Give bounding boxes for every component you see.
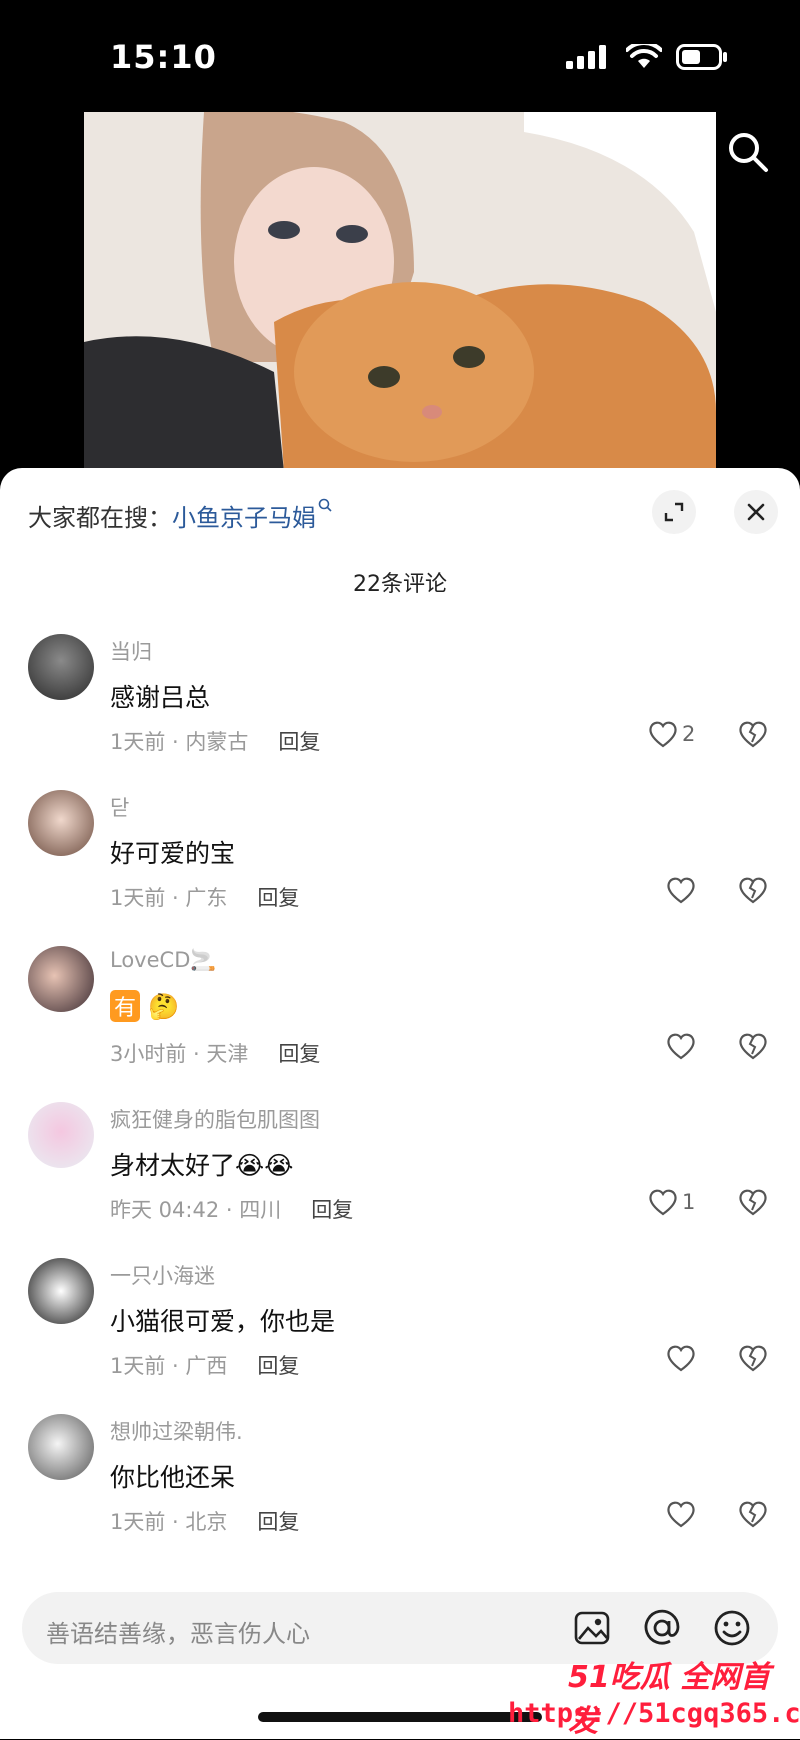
- photo-illustration: [84, 112, 716, 472]
- comment-input[interactable]: 善语结善缘，恶言伤人心: [46, 1614, 310, 1649]
- comment-time-location: 3小时前 · 天津: [110, 1042, 249, 1066]
- image-icon: [574, 1611, 610, 1645]
- broken-heart-icon: [739, 1033, 767, 1060]
- reply-button[interactable]: 回复: [311, 1198, 353, 1222]
- comment-text: 好可爱的宝: [110, 839, 236, 868]
- heart-icon: [667, 1501, 695, 1528]
- at-icon: [644, 1609, 680, 1645]
- thinking-emoji: 🤔: [147, 992, 180, 1021]
- broken-heart-icon: [739, 721, 767, 748]
- status-bar: 15:10: [0, 0, 800, 110]
- dislike-button[interactable]: [738, 1188, 768, 1220]
- expand-button[interactable]: [652, 490, 696, 534]
- image-button[interactable]: [568, 1604, 616, 1652]
- heart-icon: [667, 1345, 695, 1372]
- comment-time-location: 1天前 · 广东: [110, 886, 228, 910]
- wifi-icon: [626, 44, 662, 68]
- like-button[interactable]: [666, 1500, 696, 1528]
- like-count: 2: [682, 722, 696, 746]
- close-button[interactable]: [734, 490, 778, 534]
- reply-button[interactable]: 回复: [257, 1354, 299, 1378]
- broken-heart-icon: [739, 1189, 767, 1216]
- dislike-button[interactable]: [738, 1500, 768, 1532]
- emoji-icon: [714, 1610, 750, 1646]
- comment-meta: 1天前 · 北京 回复: [110, 1506, 299, 1536]
- emoji-button[interactable]: [708, 1604, 756, 1652]
- avatar[interactable]: [28, 1414, 94, 1480]
- dislike-button[interactable]: [738, 1032, 768, 1064]
- comment-text: 你比他还呆: [110, 1463, 236, 1492]
- comment-meta: 3小时前 · 天津 回复: [110, 1038, 320, 1068]
- heart-icon: [649, 1189, 677, 1216]
- avatar[interactable]: [28, 946, 94, 1012]
- comment-time-location: 1天前 · 内蒙古: [110, 730, 249, 754]
- status-icons: [566, 44, 728, 70]
- reply-button[interactable]: 回复: [278, 730, 320, 754]
- search-icon: [729, 133, 768, 172]
- comment-item: 닫 好可爱的宝 1天前 · 广东 回复: [0, 790, 800, 946]
- trending-search[interactable]: 大家都在搜：小鱼京子马娟: [28, 498, 334, 533]
- search-button[interactable]: [726, 130, 770, 174]
- comment-item: 当归 感谢吕总 1天前 · 内蒙古 回复 2: [0, 634, 800, 790]
- broken-heart-icon: [739, 1345, 767, 1372]
- commenter-name[interactable]: 想帅过梁朝伟.: [110, 1416, 243, 1446]
- commenter-name[interactable]: 닫: [110, 792, 129, 822]
- avatar[interactable]: [28, 634, 94, 700]
- trending-prefix: 大家都在搜：: [28, 504, 172, 532]
- avatar[interactable]: [28, 790, 94, 856]
- signal-icon: [566, 45, 606, 69]
- like-button[interactable]: [666, 1344, 696, 1372]
- comment-meta: 1天前 · 广东 回复: [110, 882, 299, 912]
- avatar[interactable]: [28, 1102, 94, 1168]
- watermark-url: https://51cgq365.com: [508, 1698, 800, 1729]
- comment-time-location: 1天前 · 广西: [110, 1354, 228, 1378]
- avatar[interactable]: [28, 1258, 94, 1324]
- reply-button[interactable]: 回复: [278, 1042, 320, 1066]
- comment-meta: 1天前 · 内蒙古 回复: [110, 726, 320, 756]
- comment-text: 身材太好了😭😭: [110, 1151, 294, 1180]
- dislike-button[interactable]: [738, 720, 768, 752]
- like-button[interactable]: [666, 1032, 696, 1060]
- like-button[interactable]: 1: [648, 1188, 695, 1216]
- dislike-button[interactable]: [738, 876, 768, 908]
- comment-time-location: 昨天 04:42 · 四川: [110, 1198, 282, 1222]
- heart-icon: [667, 877, 695, 904]
- comment-text: 小猫很可爱，你也是: [110, 1307, 336, 1336]
- heart-icon: [649, 721, 677, 748]
- comment-content: 有 🤔: [110, 990, 179, 1022]
- commenter-name[interactable]: 当归: [110, 636, 152, 666]
- dislike-button[interactable]: [738, 1344, 768, 1376]
- broken-heart-icon: [739, 877, 767, 904]
- comment-text: 感谢吕总: [110, 683, 211, 712]
- comment-time-location: 1天前 · 北京: [110, 1510, 228, 1534]
- commenter-name[interactable]: 疯狂健身的脂包肌图图: [110, 1104, 320, 1134]
- reply-button[interactable]: 回复: [257, 1510, 299, 1534]
- expand-icon: [664, 502, 684, 522]
- comment-meta: 昨天 04:42 · 四川 回复: [110, 1194, 353, 1224]
- status-time: 15:10: [110, 38, 217, 76]
- commenter-name[interactable]: 一只小海迷: [110, 1260, 215, 1290]
- post-photo[interactable]: [84, 112, 716, 472]
- reply-button[interactable]: 回复: [257, 886, 299, 910]
- commenter-name[interactable]: LoveCD🚬: [110, 948, 217, 973]
- comment-item: 疯狂健身的脂包肌图图 身材太好了😭😭 昨天 04:42 · 四川 回复 1: [0, 1102, 800, 1258]
- like-count: 1: [682, 1190, 696, 1214]
- comment-item: 一只小海迷 小猫很可爱，你也是 1天前 · 广西 回复: [0, 1258, 800, 1414]
- home-indicator[interactable]: [258, 1712, 542, 1722]
- comment-item: 想帅过梁朝伟. 你比他还呆 1天前 · 北京 回复: [0, 1414, 800, 1570]
- heart-icon: [667, 1033, 695, 1060]
- small-search-icon: [318, 498, 332, 512]
- yes-sticker: 有: [110, 990, 141, 1022]
- comment-item: LoveCD🚬 有 🤔 3小时前 · 天津 回复: [0, 946, 800, 1102]
- mention-button[interactable]: [638, 1604, 686, 1652]
- like-button[interactable]: 2: [648, 720, 695, 748]
- comment-meta: 1天前 · 广西 回复: [110, 1350, 299, 1380]
- comment-count: 22条评论: [353, 572, 447, 597]
- like-button[interactable]: [666, 876, 696, 904]
- close-icon: [747, 503, 765, 521]
- battery-icon: [676, 44, 727, 70]
- broken-heart-icon: [739, 1501, 767, 1528]
- trending-keyword[interactable]: 小鱼京子马娟: [172, 504, 316, 532]
